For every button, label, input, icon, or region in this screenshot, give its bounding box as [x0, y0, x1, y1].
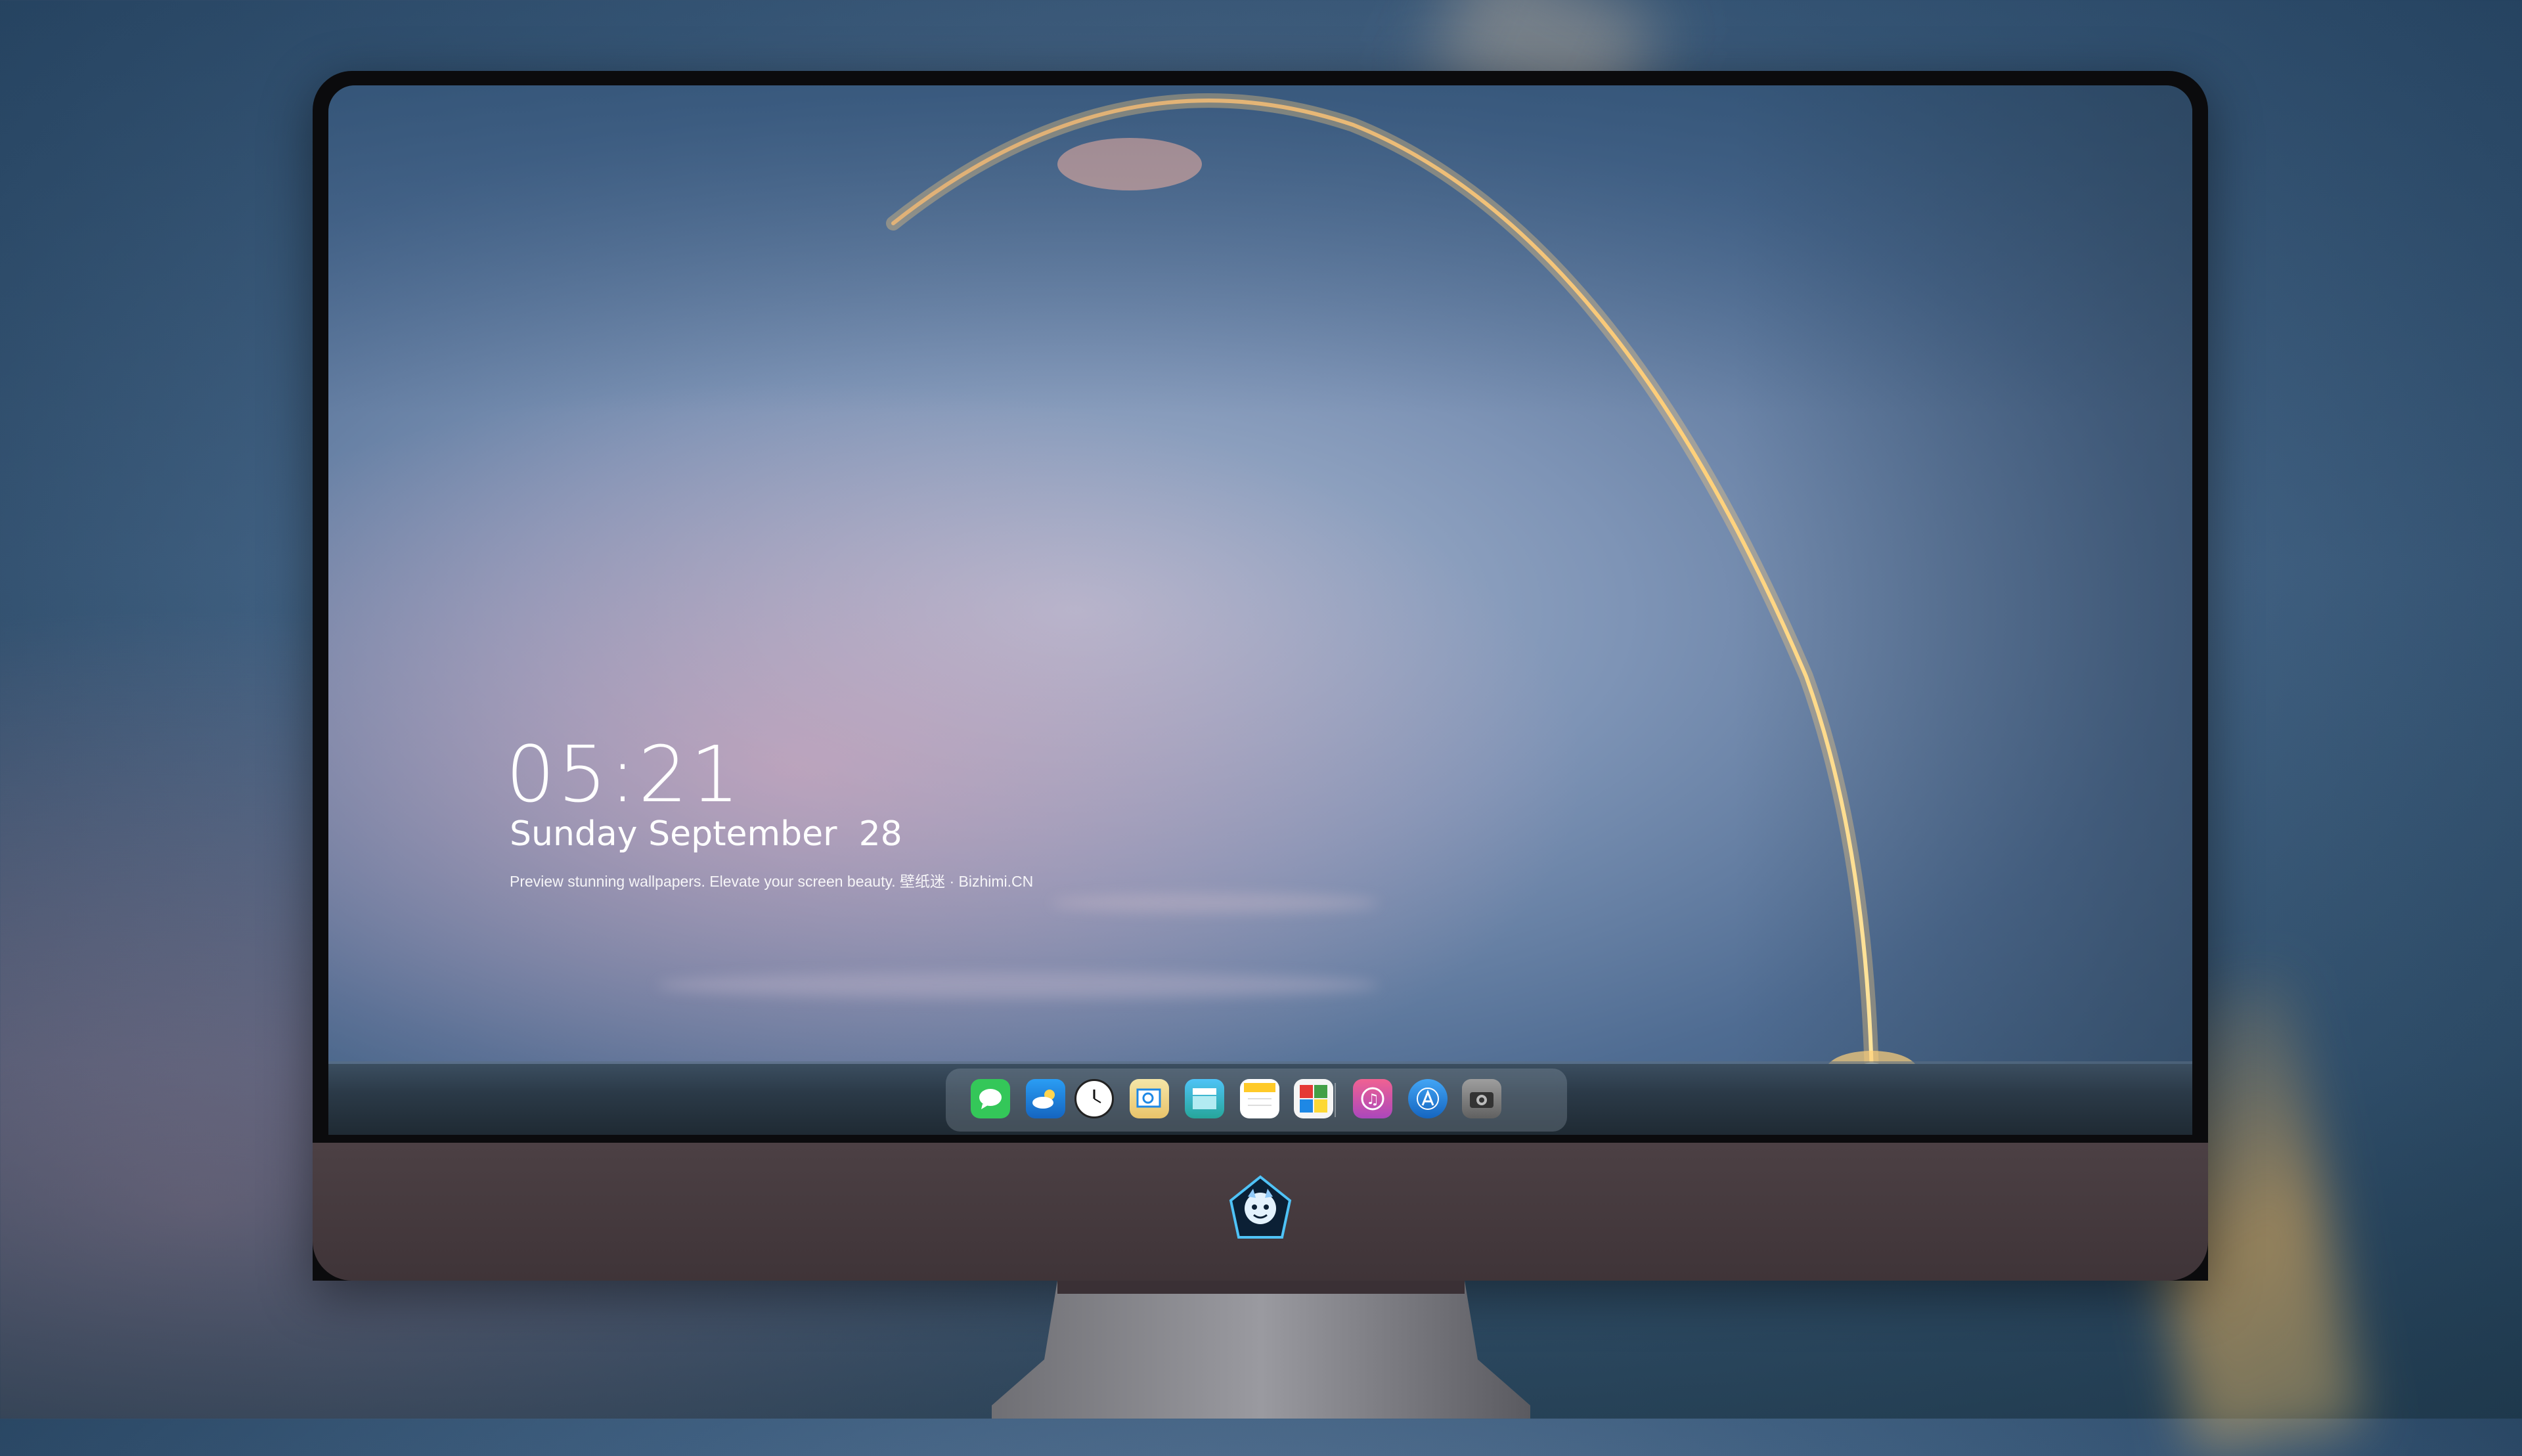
dock-divider	[1335, 1083, 1336, 1117]
camera-icon[interactable]	[1462, 1079, 1501, 1118]
weather-icon[interactable]	[1026, 1079, 1065, 1118]
messages-icon[interactable]	[971, 1079, 1010, 1118]
photo-booth-icon[interactable]	[1294, 1079, 1333, 1118]
lockscreen-date: Sunday September 28	[510, 814, 902, 854]
notes-icon[interactable]	[1240, 1079, 1279, 1118]
preview-icon[interactable]	[1130, 1079, 1169, 1118]
lockscreen-time: 05:21	[506, 729, 743, 820]
monitor-stand	[992, 1281, 1530, 1419]
clips-icon[interactable]	[1185, 1079, 1224, 1118]
brand-logo-icon	[1229, 1175, 1292, 1239]
lockscreen-tagline: Preview stunning wallpapers. Elevate you…	[510, 873, 1034, 890]
svg-text:♫: ♫	[1366, 1092, 1379, 1108]
clock-icon[interactable]	[1074, 1079, 1114, 1118]
desktop-screen: 05:21 Sunday September 28 Preview stunni…	[328, 85, 2192, 1135]
itunes-icon[interactable]: ♫	[1353, 1079, 1392, 1118]
dock: ♫	[946, 1069, 1567, 1132]
app-store-icon[interactable]	[1408, 1079, 1448, 1118]
rocket-trail-wallpaper	[886, 93, 1918, 1090]
monitor-bezel: 05:21 Sunday September 28 Preview stunni…	[313, 71, 2208, 1281]
